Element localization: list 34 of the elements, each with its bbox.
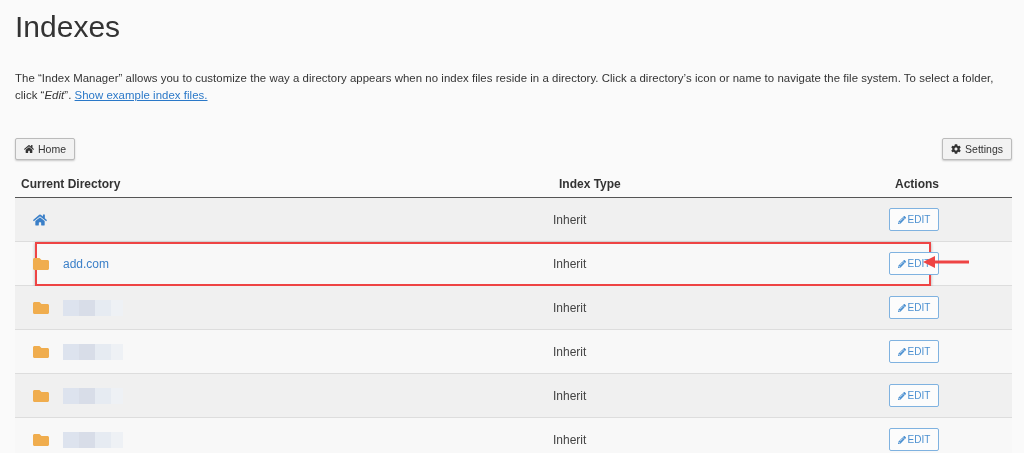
home-icon[interactable] (33, 212, 47, 227)
folder-icon[interactable] (33, 299, 49, 316)
edit-button[interactable]: EDIT (888, 428, 940, 451)
settings-button[interactable]: Settings (942, 138, 1012, 160)
example-files-link[interactable]: Show example index files. (74, 89, 208, 101)
folder-icon[interactable] (33, 387, 49, 404)
edit-button[interactable]: EDIT (888, 296, 940, 319)
pencil-icon (897, 215, 906, 224)
page-title: Indexes (15, 10, 122, 44)
pencil-icon (897, 347, 906, 356)
index-type: Inherit (553, 388, 588, 403)
folder-icon[interactable] (33, 431, 49, 448)
folder-icon[interactable] (33, 255, 49, 272)
description-text: The “Index Manager” allows you to customize the way a directory appears when no index files reside in a directory. Click a directory’s icon or name to navigate the file system. To select a folder, click “Edit”. Show example index files. (15, 71, 995, 103)
index-type: Inherit (553, 344, 588, 359)
pencil-icon (897, 259, 906, 268)
edit-button[interactable]: EDIT (888, 208, 940, 231)
index-type: Inherit (553, 432, 588, 447)
pencil-icon (897, 303, 906, 312)
directory-link[interactable]: add.com (63, 256, 110, 271)
edit-button[interactable]: EDIT (888, 340, 940, 363)
settings-icon (951, 144, 962, 154)
index-type: Inherit (553, 212, 588, 227)
pencil-icon (897, 435, 906, 444)
folder-icon[interactable] (33, 343, 49, 360)
edit-button[interactable]: EDIT (888, 384, 940, 407)
pencil-icon (897, 391, 906, 400)
home-icon (24, 144, 34, 154)
index-type: Inherit (553, 256, 588, 271)
column-header: Actions (894, 176, 939, 191)
column-header: Current Directory (20, 176, 121, 191)
index-type: Inherit (553, 300, 588, 315)
home-button[interactable]: Home (15, 138, 75, 160)
column-header: Index Type (558, 176, 621, 191)
